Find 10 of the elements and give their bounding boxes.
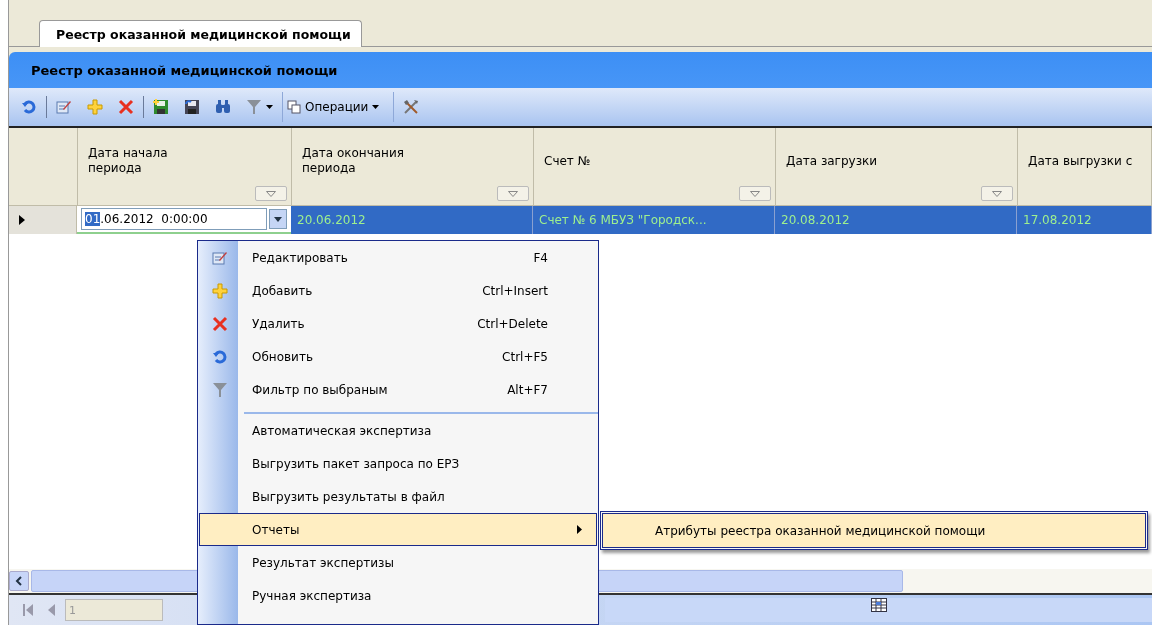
- shortcut-label: Ctrl+F5: [502, 349, 548, 364]
- table-cell: 20.08.2012: [775, 206, 1017, 234]
- shortcut-label: Ctrl+Delete: [477, 316, 548, 331]
- shortcut-label: Alt+F7: [507, 382, 548, 397]
- panel-title: Реестр оказанной медицинской помощи: [9, 52, 1152, 88]
- table-cell: 20.06.2012: [291, 206, 533, 234]
- table-cell: 17.08.2012: [1017, 206, 1152, 234]
- shortcut-label: Ctrl+Insert: [482, 283, 548, 298]
- shortcut-label: F4: [533, 250, 548, 265]
- table-cell: Счет № 6 МБУЗ "Городск...: [533, 206, 775, 234]
